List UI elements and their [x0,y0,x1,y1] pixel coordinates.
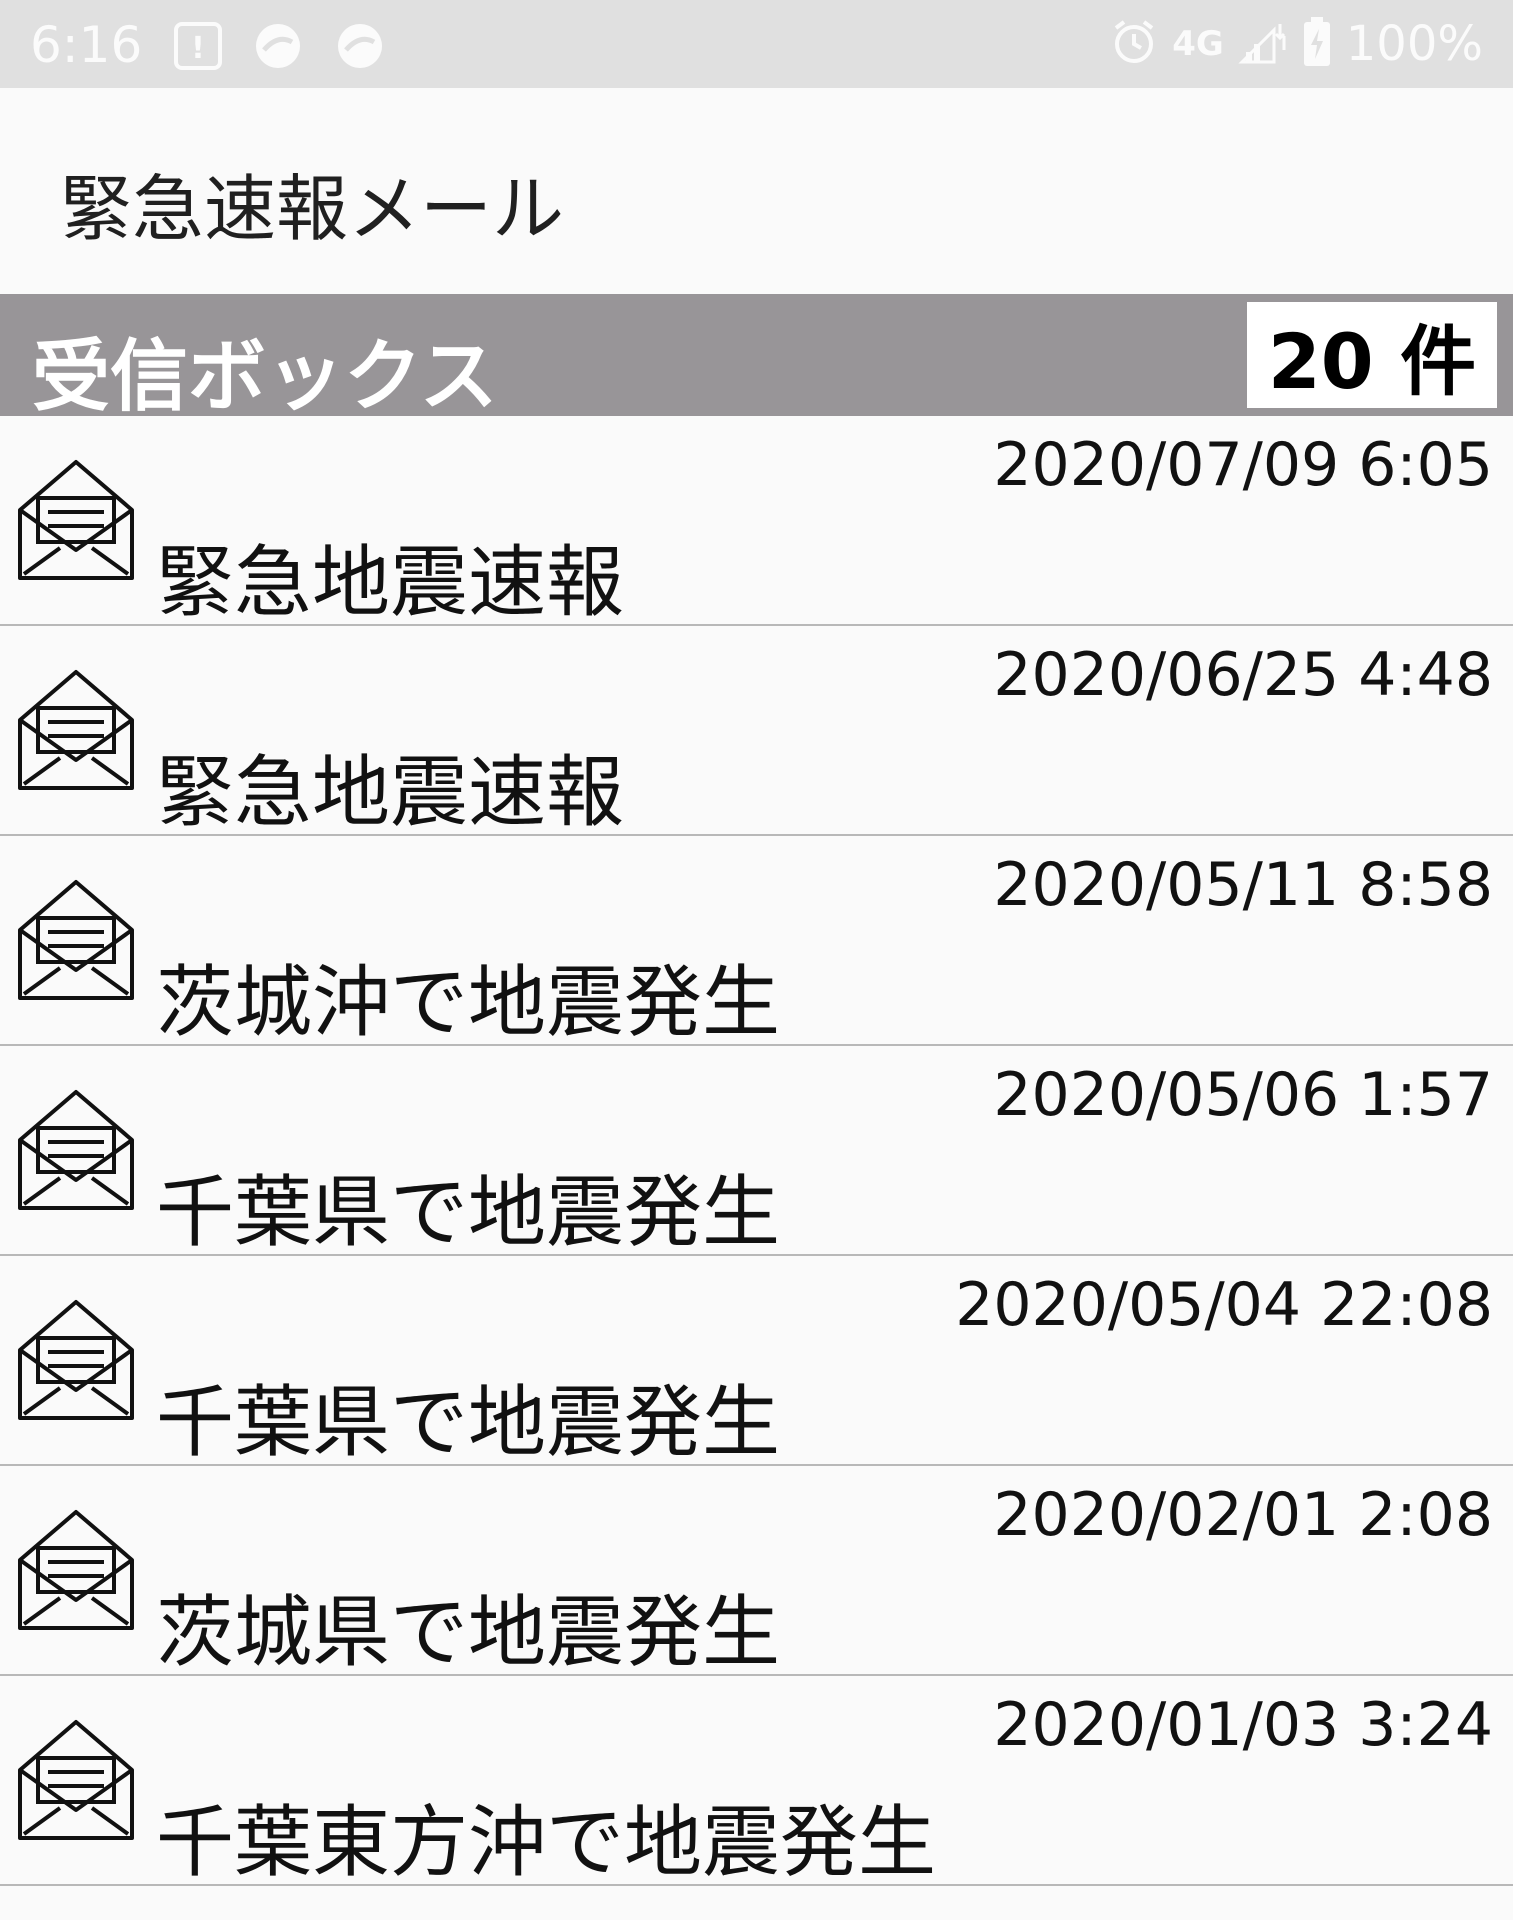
network-type: 4G [1172,24,1224,64]
battery-icon [1302,17,1332,71]
inbox-header: 受信ボックス 20 件 [0,294,1513,422]
message-date: 2020/02/01 2:08 [993,1480,1493,1550]
message-row[interactable]: 2020/02/01 2:08 茨城県で地震発生 [0,1466,1513,1678]
message-date: 2020/05/04 22:08 [955,1270,1493,1340]
message-count: 20 件 [1267,317,1477,406]
message-subject: 茨城県で地震発生 [156,1588,781,1678]
open-envelope-icon [16,1508,136,1632]
message-subject: 千葉東方沖で地震発生 [156,1798,937,1888]
inbox-label: 受信ボックス [32,332,498,422]
message-list: 2020/07/09 6:05 緊急地震速報 2020/06/25 4:48 緊… [0,416,1513,1888]
open-envelope-icon [16,668,136,792]
sync-app-icon [252,20,304,76]
open-envelope-icon [16,458,136,582]
message-date: 2020/07/09 6:05 [993,430,1493,500]
notification-app-icon: ! [172,20,224,76]
svg-text:!: ! [191,31,205,66]
message-row[interactable]: 2020/05/06 1:57 千葉県で地震発生 [0,1046,1513,1258]
status-time: 6:16 [30,16,143,74]
open-envelope-icon [16,1298,136,1422]
page-title: 緊急速報メール [60,167,565,251]
status-bar: 6:16 ! 4G 100% [0,0,1513,88]
message-subject: 緊急地震速報 [156,748,625,838]
message-subject: 緊急地震速報 [156,538,625,628]
signal-icon [1238,18,1288,70]
app-bar: 緊急速報メール [0,88,1513,294]
message-row[interactable]: 2020/07/09 6:05 緊急地震速報 [0,416,1513,628]
message-row[interactable]: 2020/01/03 3:24 千葉東方沖で地震発生 [0,1676,1513,1888]
message-date: 2020/05/06 1:57 [993,1060,1493,1130]
open-envelope-icon [16,1088,136,1212]
message-subject: 千葉県で地震発生 [156,1378,781,1468]
alarm-icon [1110,18,1158,70]
open-envelope-icon [16,1718,136,1842]
message-row[interactable]: 2020/05/04 22:08 千葉県で地震発生 [0,1256,1513,1468]
message-subject: 千葉県で地震発生 [156,1168,781,1258]
message-count-badge: 20 件 [1247,302,1497,408]
status-right: 4G 100% [1110,16,1483,72]
message-subject: 茨城沖で地震発生 [156,958,781,1048]
battery-percent: 100% [1345,16,1483,72]
sync-app-icon-2 [334,20,386,76]
open-envelope-icon [16,878,136,1002]
message-date: 2020/06/25 4:48 [993,640,1493,710]
message-date: 2020/01/03 3:24 [993,1690,1493,1760]
message-row[interactable]: 2020/05/11 8:58 茨城沖で地震発生 [0,836,1513,1048]
message-date: 2020/05/11 8:58 [993,850,1493,920]
message-row[interactable]: 2020/06/25 4:48 緊急地震速報 [0,626,1513,838]
